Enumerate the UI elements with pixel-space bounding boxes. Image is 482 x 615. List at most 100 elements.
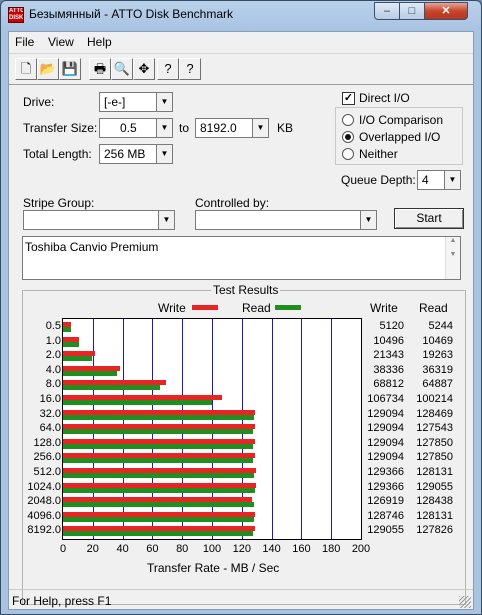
read-value: 127850 [416, 451, 453, 464]
chevron-down-icon[interactable]: ▼ [156, 92, 173, 112]
write-value: 106734 [367, 393, 404, 405]
write-value: 129055 [367, 524, 404, 537]
read-bar [63, 414, 255, 420]
controlled-by-select[interactable]: ▼ [195, 210, 377, 230]
write-value: 126919 [367, 495, 404, 508]
chart-plot-area [62, 318, 362, 540]
menu-bar: File View Help [9, 32, 473, 52]
title-bar[interactable]: ATTO DISK Безымянный - ATTO Disk Benchma… [1, 1, 481, 29]
category-label: 256.0 [33, 451, 61, 464]
read-bar [63, 458, 254, 464]
transfer-size-to-select[interactable]: 8192.0 ▼ [195, 118, 269, 138]
read-value: 128131 [416, 509, 453, 522]
category-label: 512.0 [33, 466, 61, 478]
to-label: to [179, 121, 190, 135]
write-value: 129094 [367, 451, 404, 464]
neither-radio[interactable] [342, 148, 354, 160]
chevron-down-icon[interactable]: ▼ [252, 118, 269, 138]
menu-file[interactable]: File [15, 35, 34, 49]
x-tick-label: 20 [86, 543, 99, 555]
total-length-label: Total Length: [23, 147, 92, 161]
x-tick-label: 180 [322, 543, 341, 555]
chevron-down-icon[interactable]: ▼ [444, 170, 461, 190]
chevron-down-icon[interactable]: ▼ [360, 210, 377, 230]
read-value: 10469 [422, 334, 453, 347]
minimize-button[interactable]: – [374, 2, 400, 20]
read-bar [63, 341, 79, 347]
help-icon[interactable]: ? [157, 58, 179, 80]
read-bar [63, 356, 92, 362]
drive-select[interactable]: [-e-] ▼ [99, 92, 173, 112]
read-bar [63, 443, 254, 449]
x-tick-label: 140 [262, 543, 281, 555]
stripe-group-select[interactable]: ▼ [23, 210, 175, 230]
io-comparison-radio[interactable] [342, 114, 354, 126]
transfer-size-label: Transfer Size: [23, 121, 98, 135]
test-results-title: Test Results [211, 283, 281, 297]
gridline [331, 319, 333, 539]
overlapped-io-radio[interactable] [342, 131, 354, 143]
move-icon[interactable]: ✥ [133, 58, 155, 80]
total-length-value: 256 MB [104, 147, 146, 161]
x-tick-label: 60 [146, 543, 159, 555]
read-value: 64887 [422, 378, 453, 391]
queue-depth-value: 4 [422, 173, 429, 187]
category-label: 128.0 [33, 436, 61, 449]
app-window: ATTO DISK Безымянный - ATTO Disk Benchma… [0, 0, 482, 615]
category-label: 4.0 [45, 363, 61, 376]
category-label: 8192.0 [27, 524, 61, 537]
category-label: 2048.0 [27, 495, 61, 508]
overlapped-io-label: Overlapped I/O [359, 130, 441, 144]
write-column-header: Write [370, 301, 398, 315]
read-bar [63, 487, 256, 493]
write-value: 129094 [367, 407, 404, 420]
description-input[interactable]: Toshiba Canvio Premium ▲ ▼ [22, 236, 461, 280]
x-tick-label: 100 [202, 543, 222, 555]
save-icon[interactable]: 💾 [59, 58, 81, 80]
resize-grip-icon[interactable] [459, 596, 471, 608]
category-label: 2.0 [45, 349, 61, 362]
chevron-down-icon[interactable]: ▼ [156, 118, 173, 138]
test-results-group: Test Results Write Read Write Read 0.5 51… [22, 283, 466, 605]
start-button[interactable]: Start [394, 208, 464, 229]
controlled-by-label: Controlled by: [195, 196, 270, 210]
queue-depth-select[interactable]: 4 ▼ [417, 170, 461, 190]
maximize-button[interactable]: □ [399, 2, 425, 20]
write-value: 21343 [373, 349, 404, 362]
stripe-group-label: Stripe Group: [23, 196, 95, 210]
read-legend-label: Read [242, 301, 271, 315]
print-icon[interactable]: 🖶 [89, 58, 111, 80]
direct-io-checkbox[interactable]: ✓ [342, 92, 355, 105]
open-icon[interactable]: 📂 [37, 58, 59, 80]
total-length-select[interactable]: 256 MB ▼ [99, 144, 173, 164]
read-value: 127543 [416, 422, 453, 435]
read-value: 129055 [416, 480, 453, 493]
menu-help[interactable]: Help [87, 35, 112, 49]
write-value: 5120 [379, 320, 404, 332]
transfer-size-from-select[interactable]: 0.5 ▼ [99, 118, 173, 138]
category-label: 4096.0 [27, 509, 61, 522]
kb-label: KB [277, 121, 294, 135]
close-button[interactable]: ✕ [424, 2, 468, 20]
category-label: 32.0 [39, 407, 61, 420]
chevron-down-icon[interactable]: ▼ [158, 210, 175, 230]
print-preview-icon[interactable]: 🔍 [111, 58, 133, 80]
read-bar [63, 502, 255, 508]
read-bar [63, 385, 160, 391]
x-tick-label: 120 [232, 543, 251, 555]
chevron-down-icon[interactable]: ▼ [156, 144, 173, 164]
toolbar: 🗋 📂 💾 🖶 🔍 ✥?? [9, 53, 473, 85]
read-legend-swatch [275, 305, 301, 310]
read-column-header: Read [419, 301, 448, 315]
description-scrollbar[interactable]: ▲ ▼ [445, 237, 460, 279]
write-value: 68812 [373, 378, 404, 391]
read-value: 5244 [428, 320, 453, 332]
new-icon[interactable]: 🗋 [15, 58, 37, 80]
menu-view[interactable]: View [48, 35, 74, 49]
write-value: 38336 [373, 363, 404, 376]
read-bar [63, 473, 254, 478]
gridline [301, 319, 303, 539]
neither-label: Neither [359, 147, 398, 161]
queue-depth-label: Queue Depth: [341, 173, 416, 187]
context-help-icon[interactable]: ? [179, 58, 201, 80]
